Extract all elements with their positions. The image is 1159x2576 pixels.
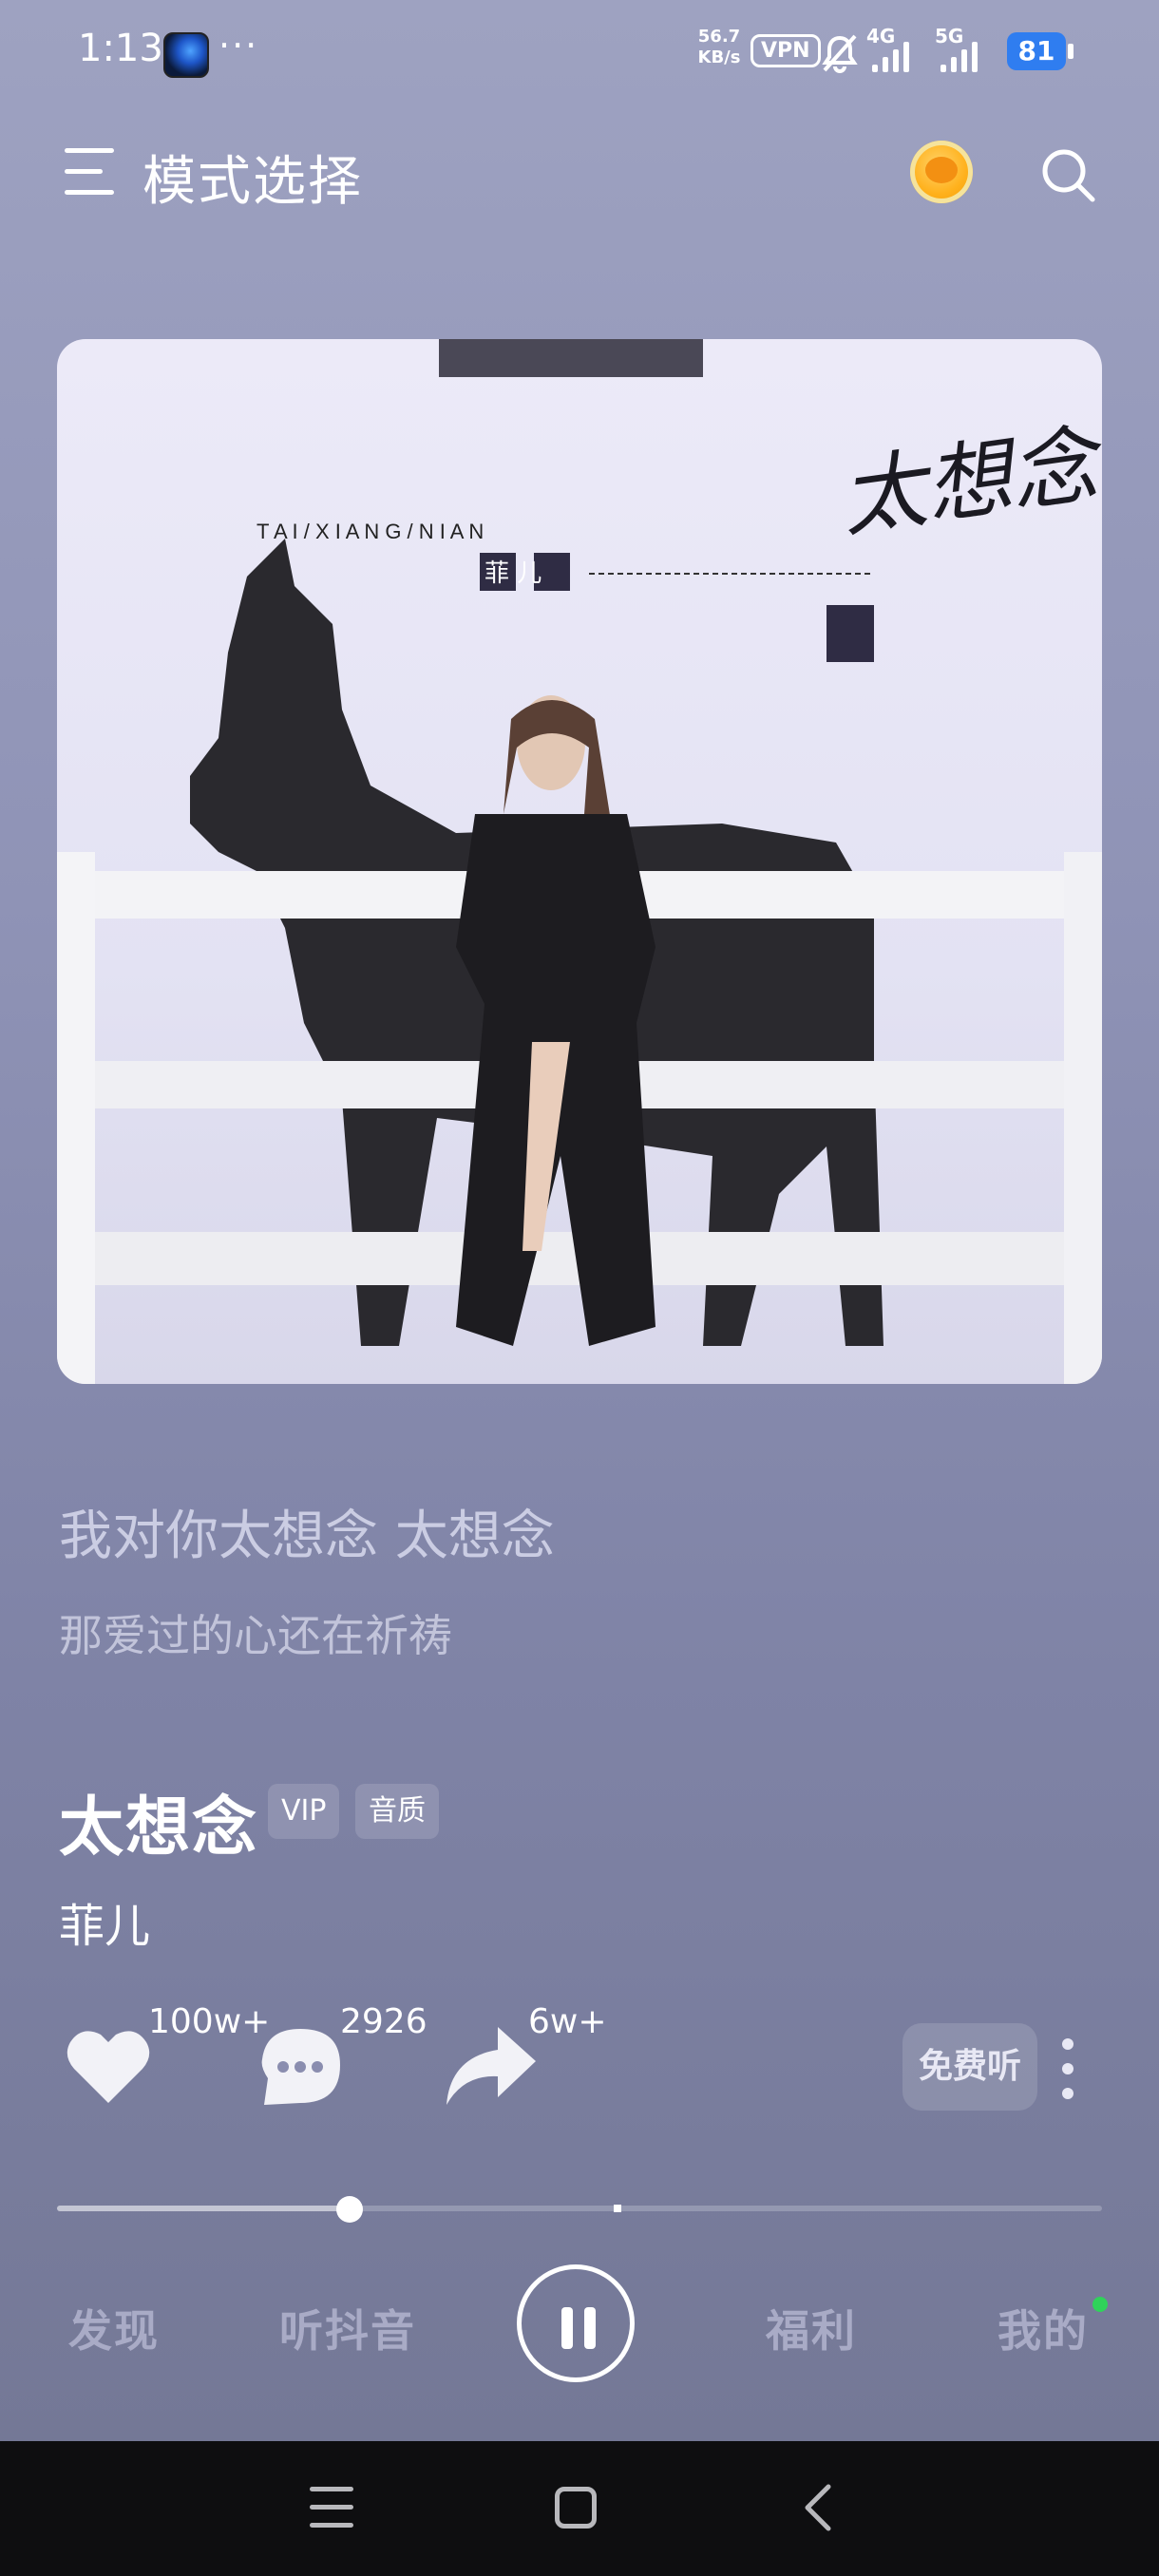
free-listen-button[interactable]: 免费听 [902, 2023, 1037, 2111]
progress-thumb[interactable] [336, 2196, 363, 2223]
pause-button[interactable] [517, 2264, 635, 2382]
vip-badge[interactable]: VIP [268, 1784, 340, 1839]
cover-artist: 菲 儿 [484, 559, 542, 588]
tab-welfare[interactable]: 福利 [766, 2297, 857, 2359]
more-notifications-icon: ··· [218, 25, 259, 66]
hamburger-menu-icon[interactable] [65, 148, 114, 196]
album-cover[interactable]: T A I / X I A N G / N I A N 菲 儿 太想念 [57, 339, 1102, 1384]
tab-mine[interactable]: 我的 [998, 2297, 1089, 2359]
gold-coin-icon[interactable] [910, 141, 973, 203]
more-options-icon[interactable] [1056, 2038, 1079, 2099]
app-notification-icon [163, 32, 209, 78]
vpn-badge: VPN [750, 34, 821, 67]
tab-listen-douyin[interactable]: 听抖音 [279, 2297, 416, 2359]
heart-icon[interactable] [63, 2023, 154, 2109]
recent-apps-icon[interactable] [310, 2487, 353, 2529]
home-icon[interactable] [555, 2487, 597, 2529]
battery-icon: 81 [1007, 32, 1066, 70]
tab-discover[interactable]: 发现 [68, 2297, 160, 2359]
audio-quality-badge[interactable]: 音质 [355, 1784, 439, 1839]
bell-muted-icon [822, 34, 858, 73]
notification-dot [1092, 2297, 1108, 2312]
album-top-tab [439, 339, 703, 377]
search-icon[interactable] [1039, 146, 1096, 203]
battery-cap [1068, 44, 1074, 59]
share-arrow-icon[interactable] [443, 2023, 538, 2109]
cover-pinyin: T A I / X I A N G / N I A N [256, 520, 484, 543]
back-icon[interactable] [798, 2481, 836, 2534]
mode-select-title[interactable]: 模式选择 [142, 139, 363, 216]
lyric-current-line[interactable]: 我对你太想念 太想念 [59, 1493, 555, 1570]
artist-name[interactable]: 菲儿 [59, 1888, 150, 1955]
like-count: 100w+ [148, 2002, 271, 2041]
comment-icon[interactable] [258, 2025, 344, 2109]
network-speed: 56.7 KB/s [692, 27, 747, 68]
signal-5g-icon: 5G [935, 25, 992, 74]
album-cover-illustration: T A I / X I A N G / N I A N 菲 儿 太想念 [57, 414, 1102, 1384]
status-time: 1:13 [78, 27, 163, 70]
share-count: 6w+ [528, 2002, 607, 2041]
signal-4g-icon: 4G [866, 25, 923, 74]
progress-fill [57, 2206, 350, 2211]
network-speed-unit: KB/s [697, 47, 741, 67]
progress-buffer-marker [614, 2205, 621, 2212]
lyric-next-line[interactable]: 那爱过的心还在祈祷 [59, 1601, 452, 1664]
comment-count: 2926 [340, 2002, 428, 2041]
cover-title: 太想念 [834, 414, 1102, 550]
song-title: 太想念 [59, 1790, 259, 1866]
network-speed-value: 56.7 [697, 27, 741, 47]
